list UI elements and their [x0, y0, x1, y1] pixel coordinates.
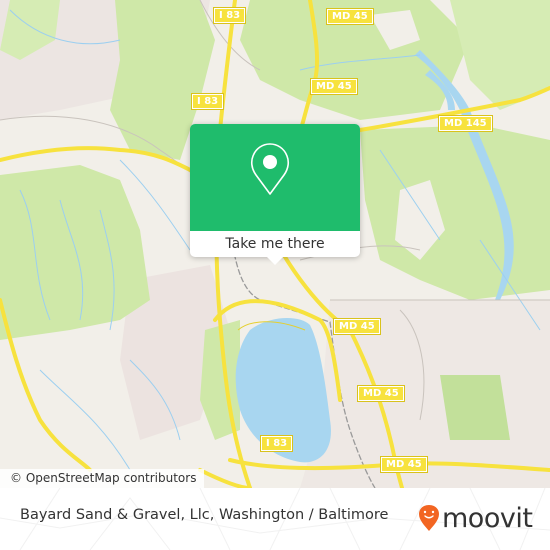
- road-shield-md45: MD 45: [333, 318, 381, 335]
- popup-pointer: [267, 257, 283, 265]
- place-title: Bayard Sand & Gravel, Llc, Washington / …: [20, 507, 389, 523]
- location-popup: Take me there: [190, 124, 360, 265]
- road-shield-md145: MD 145: [438, 115, 493, 132]
- moovit-wordmark: moovit: [442, 502, 533, 534]
- forest-area: [0, 165, 150, 340]
- road-shield-md45: MD 45: [326, 8, 374, 25]
- map-pin-icon: [250, 143, 290, 195]
- popup-header: [190, 124, 360, 231]
- take-me-there-button[interactable]: Take me there: [190, 231, 360, 257]
- map-attribution[interactable]: © OpenStreetMap contributors: [0, 469, 205, 488]
- forest-area: [360, 125, 550, 300]
- forest-area: [440, 375, 510, 440]
- footer-bar: Bayard Sand & Gravel, Llc, Washington / …: [0, 488, 550, 550]
- moovit-pin-logo-icon: [419, 505, 439, 531]
- road-shield-md45: MD 45: [357, 385, 405, 402]
- road-shield-i83: I 83: [190, 93, 225, 110]
- map-view[interactable]: I 83 MD 45 I 83 MD 45 MD 145 MD 45 MD 45…: [0, 0, 550, 488]
- road-shield-md45: MD 45: [310, 78, 358, 95]
- road-shield-md45: MD 45: [380, 456, 428, 473]
- moovit-logo[interactable]: moovit: [418, 500, 533, 536]
- road-shield-i83: I 83: [259, 435, 294, 452]
- road-shield-i83: I 83: [212, 7, 247, 24]
